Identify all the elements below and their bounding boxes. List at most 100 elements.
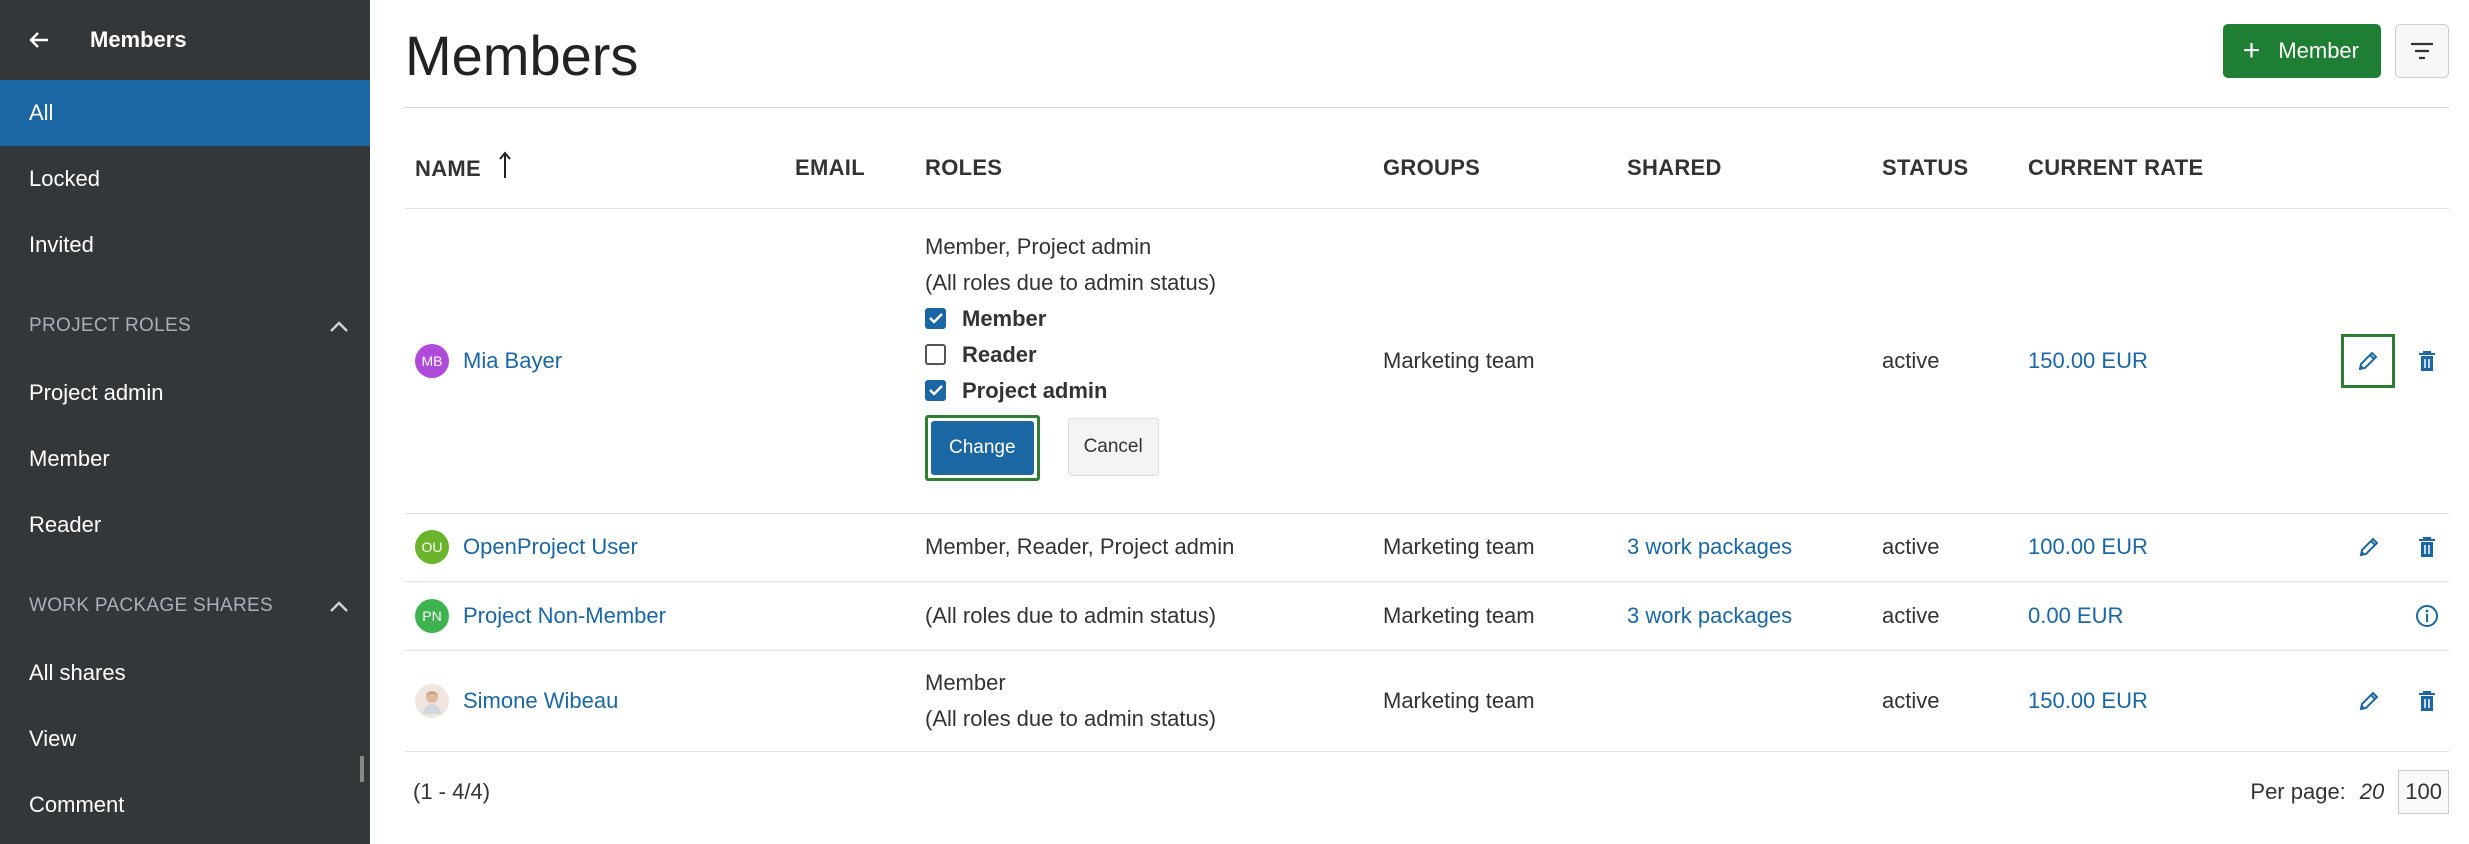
sidebar-item-reader[interactable]: Reader: [0, 492, 370, 558]
main-content: Members + Member NAME EMAIL ROLES GROUPS…: [370, 0, 2469, 844]
email-cell: [795, 208, 925, 514]
table-row: OU OpenProject User Member, Reader, Proj…: [405, 513, 2449, 582]
per-page-selector: Per page: 20 100: [2250, 769, 2449, 814]
group-cell: Marketing team: [1383, 650, 1627, 752]
role-option-reader[interactable]: Reader: [925, 337, 1383, 373]
column-header-groups[interactable]: GROUPS: [1383, 108, 1627, 209]
pencil-icon[interactable]: [2355, 687, 2383, 715]
avatar: [415, 683, 449, 718]
avatar: PN: [415, 598, 449, 633]
change-button[interactable]: Change: [931, 420, 1034, 475]
filter-icon: [2411, 42, 2433, 59]
roles-cell[interactable]: Member (All roles due to admin status): [925, 651, 1383, 751]
email-cell: [795, 581, 925, 651]
table-row: MB Mia Bayer Member, Project admin (All …: [405, 208, 2449, 514]
email-cell: [795, 650, 925, 752]
group-cell: Marketing team: [1383, 513, 1627, 582]
members-table: NAME EMAIL ROLES GROUPS SHARED STATUS CU…: [405, 108, 2449, 752]
status-cell: active: [1882, 581, 2028, 651]
group-cell: Marketing team: [1383, 581, 1627, 651]
avatar: OU: [415, 530, 449, 564]
email-cell: [795, 513, 925, 582]
per-page-option-20[interactable]: 20: [2360, 779, 2384, 805]
sidebar-item-locked[interactable]: Locked: [0, 146, 370, 212]
table-row: Simone Wibeau Member (All roles due to a…: [405, 650, 2449, 752]
avatar: MB: [415, 343, 449, 378]
rate-link[interactable]: 150.00 EUR: [2028, 688, 2148, 713]
column-header-name[interactable]: NAME: [405, 108, 795, 209]
roles-cell: (All roles due to admin status): [925, 581, 1383, 651]
sidebar-title: Members: [90, 27, 187, 52]
column-header-current-rate[interactable]: CURRENT RATE: [2028, 108, 2328, 209]
role-option-project-admin[interactable]: Project admin: [925, 373, 1383, 409]
status-cell: active: [1882, 208, 2028, 514]
member-name-link[interactable]: Project Non-Member: [463, 603, 666, 629]
member-name-link[interactable]: Simone Wibeau: [463, 688, 618, 714]
rate-link[interactable]: 150.00 EUR: [2028, 348, 2148, 373]
page-title: Members: [405, 24, 639, 87]
sidebar-header: Members: [0, 0, 370, 80]
roles-summary: Member, Project admin: [925, 233, 1152, 259]
checkbox-checked-icon[interactable]: [925, 380, 946, 401]
table-header-row: NAME EMAIL ROLES GROUPS SHARED STATUS CU…: [405, 108, 2449, 209]
sidebar-item-view[interactable]: View: [0, 706, 370, 772]
rate-link[interactable]: 0.00 EUR: [2028, 603, 2123, 628]
app: Members All Locked Invited PROJECT ROLES…: [0, 0, 2469, 844]
column-header-actions: [2328, 108, 2449, 209]
sidebar-section-work-package-shares[interactable]: WORK PACKAGE SHARES: [0, 572, 370, 640]
sidebar-resize-handle[interactable]: [360, 756, 364, 782]
checkbox-unchecked-icon[interactable]: [925, 344, 946, 365]
status-cell: active: [1882, 650, 2028, 752]
trash-icon[interactable]: [2413, 687, 2441, 715]
trash-icon[interactable]: [2413, 347, 2441, 375]
role-editor-actions: Change Cancel: [925, 414, 1383, 481]
sidebar-item-all-shares[interactable]: All shares: [0, 640, 370, 706]
sidebar-item-project-admin[interactable]: Project admin: [0, 360, 370, 426]
plus-icon: +: [2242, 33, 2261, 67]
pencil-icon[interactable]: [2355, 533, 2383, 561]
rate-link[interactable]: 100.00 EUR: [2028, 534, 2148, 559]
status-cell: active: [1882, 513, 2028, 582]
edit-button[interactable]: [2341, 333, 2395, 388]
sidebar-section-project-roles[interactable]: PROJECT ROLES: [0, 292, 370, 360]
page-header: Members + Member: [405, 0, 2449, 108]
chevron-up-icon[interactable]: [328, 315, 350, 337]
add-member-button[interactable]: + Member: [2222, 23, 2381, 78]
column-header-roles[interactable]: ROLES: [925, 108, 1383, 209]
info-icon[interactable]: [2413, 602, 2441, 630]
checkbox-checked-icon[interactable]: [925, 308, 946, 329]
shared-link[interactable]: 3 work packages: [1627, 603, 1792, 628]
back-arrow-icon[interactable]: [28, 29, 50, 51]
sidebar-item-comment[interactable]: Comment: [0, 772, 370, 838]
sidebar-item-member[interactable]: Member: [0, 426, 370, 492]
sidebar: Members All Locked Invited PROJECT ROLES…: [0, 0, 370, 844]
table-footer: (1 - 4/4) Per page: 20 100: [405, 752, 2449, 832]
per-page-label: Per page:: [2250, 778, 2346, 804]
column-header-shared[interactable]: SHARED: [1627, 108, 1882, 209]
column-header-email[interactable]: EMAIL: [795, 108, 925, 209]
member-name-link[interactable]: Mia Bayer: [463, 348, 562, 374]
role-option-member[interactable]: Member: [925, 301, 1383, 337]
per-page-option-100[interactable]: 100: [2398, 769, 2449, 814]
section-label: WORK PACKAGE SHARES: [29, 595, 273, 616]
chevron-up-icon[interactable]: [328, 595, 350, 617]
trash-icon[interactable]: [2413, 533, 2441, 561]
change-button-focus-ring: Change: [925, 414, 1040, 481]
sort-ascending-icon[interactable]: [499, 151, 512, 185]
shared-cell: [1627, 208, 1882, 514]
filter-button[interactable]: [2395, 23, 2449, 78]
sidebar-item-all[interactable]: All: [0, 80, 370, 146]
pencil-icon: [2358, 351, 2378, 370]
section-label: PROJECT ROLES: [29, 315, 191, 336]
add-member-label: Member: [2278, 37, 2359, 63]
shared-cell: [1627, 650, 1882, 752]
cancel-button[interactable]: Cancel: [1067, 417, 1159, 476]
column-header-status[interactable]: STATUS: [1882, 108, 2028, 209]
roles-cell[interactable]: Member, Reader, Project admin: [925, 513, 1383, 582]
sidebar-item-invited[interactable]: Invited: [0, 212, 370, 278]
roles-editor: Member, Project admin (All roles due to …: [925, 209, 1383, 513]
shared-link[interactable]: 3 work packages: [1627, 534, 1792, 559]
member-name-link[interactable]: OpenProject User: [463, 534, 638, 560]
table-row: PN Project Non-Member (All roles due to …: [405, 581, 2449, 651]
header-actions: + Member: [2222, 23, 2449, 78]
